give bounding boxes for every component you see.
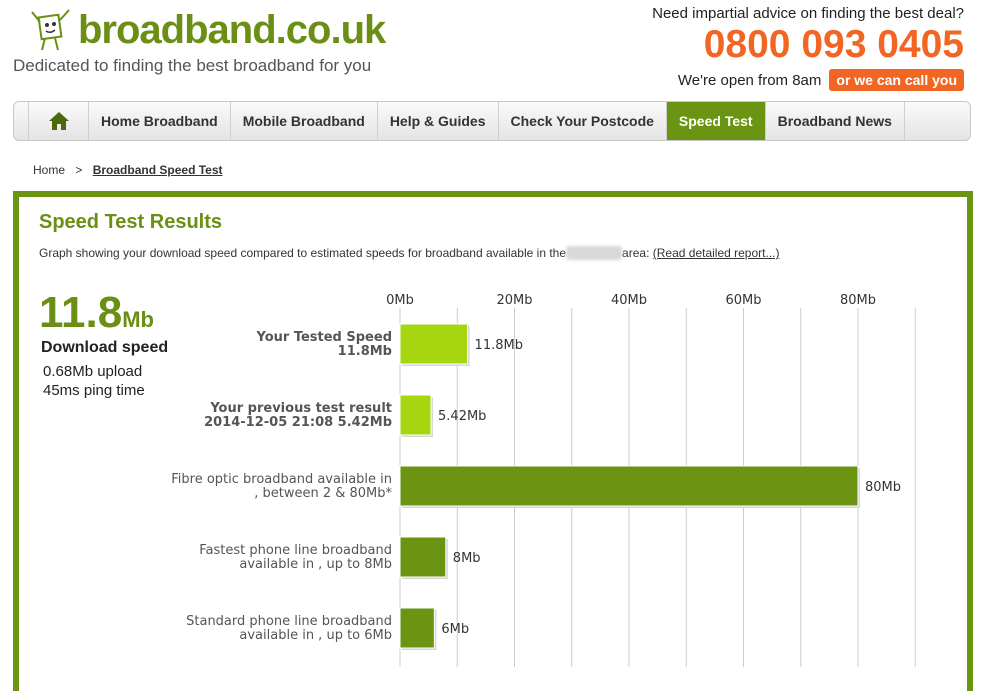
bar xyxy=(399,465,859,507)
tick-label: 20Mb xyxy=(496,293,532,308)
bar-value-label: 11.8Mb xyxy=(475,338,523,353)
nav-speed-test[interactable]: Speed Test xyxy=(666,102,766,140)
advice-text: Need impartial advice on finding the bes… xyxy=(652,5,964,22)
tick-label: 60Mb xyxy=(725,293,761,308)
row-label: Fastest phone line broadband xyxy=(199,543,392,558)
contact-box: Need impartial advice on finding the bes… xyxy=(624,5,964,91)
bar xyxy=(399,394,432,436)
row-sublabel: available in , up to 8Mb xyxy=(239,557,392,572)
nav-mobile-broadband[interactable]: Mobile Broadband xyxy=(231,102,378,140)
mascot-icon xyxy=(31,9,70,51)
row-sublabel: , between 2 & 80Mb* xyxy=(254,486,392,501)
tagline: Dedicated to finding the best broadband … xyxy=(13,56,372,75)
open-hours: We're open from 8am xyxy=(677,71,822,89)
row-label: Fibre optic broadband available in xyxy=(171,472,392,487)
results-panel: Speed Test Results Graph showing your do… xyxy=(13,191,973,691)
nav-home[interactable] xyxy=(28,102,89,140)
tick-label: 0Mb xyxy=(386,293,414,308)
nav-broadband-news[interactable]: Broadband News xyxy=(766,102,905,140)
nav-check-postcode[interactable]: Check Your Postcode xyxy=(499,102,667,140)
bar-value-label: 5.42Mb xyxy=(438,409,486,424)
row-label: Your previous test result xyxy=(209,401,392,416)
site-logo[interactable]: broadband.co.uk Dedicated to finding the… xyxy=(12,4,412,84)
nav-help-guides[interactable]: Help & Guides xyxy=(378,102,499,140)
bar-value-label: 8Mb xyxy=(453,551,481,566)
tick-label: 40Mb xyxy=(611,293,647,308)
bar xyxy=(399,607,435,649)
breadcrumb-current[interactable]: Broadband Speed Test xyxy=(93,163,223,177)
breadcrumb: Home > Broadband Speed Test xyxy=(33,163,223,177)
tick-label: 80Mb xyxy=(840,293,876,308)
breadcrumb-separator: > xyxy=(75,163,83,177)
logo-text: broadband.co.uk xyxy=(78,8,386,52)
row-sublabel: 2014-12-05 21:08 5.42Mb xyxy=(204,415,392,430)
row-sublabel: 11.8Mb xyxy=(338,344,392,359)
row-label: Your Tested Speed xyxy=(255,330,392,345)
breadcrumb-home[interactable]: Home xyxy=(33,163,65,177)
bar-value-label: 80Mb xyxy=(865,480,901,495)
main-nav: Home Broadband Mobile Broadband Help & G… xyxy=(13,101,971,141)
row-label: Standard phone line broadband xyxy=(186,614,392,629)
speed-chart: 0Mb 20Mb 40Mb 60Mb 80Mb11.8MbYour Tested Spe… xyxy=(171,293,916,667)
nav-home-broadband[interactable]: Home Broadband xyxy=(89,102,231,140)
bar xyxy=(399,536,447,578)
home-icon xyxy=(48,112,69,130)
bar xyxy=(399,323,469,365)
callback-button[interactable]: or we can call you xyxy=(829,69,964,91)
phone-number[interactable]: 0800 093 0405 xyxy=(624,24,964,66)
bar-value-label: 6Mb xyxy=(441,622,469,637)
row-sublabel: available in , up to 6Mb xyxy=(239,628,392,643)
